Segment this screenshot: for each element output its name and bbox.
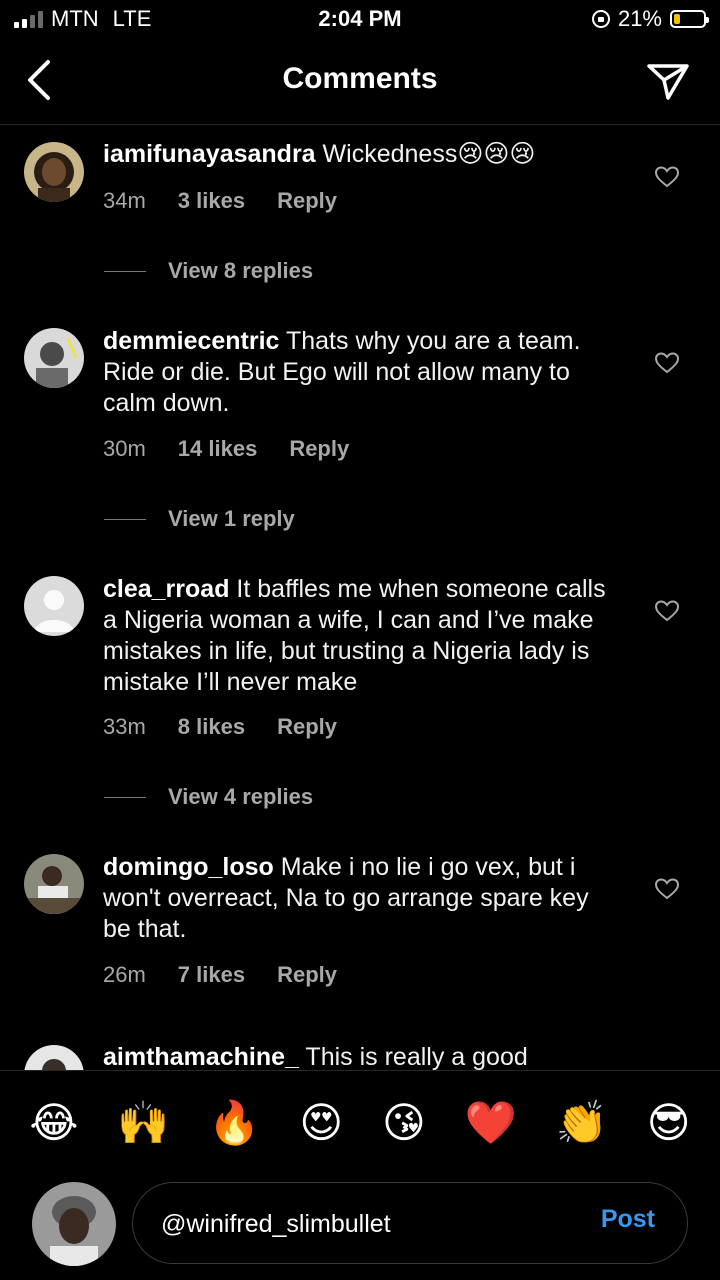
- heart-icon[interactable]: [654, 165, 680, 189]
- emoji-raised-hands[interactable]: 🙌: [117, 1101, 169, 1144]
- comment-username[interactable]: iamifunayasandra: [103, 140, 316, 168]
- reply-button[interactable]: Reply: [289, 436, 349, 462]
- likes-count[interactable]: 7 likes: [178, 962, 245, 988]
- comments-list: iamifunayasandra Wickedness😢😢😢 34m 3 lik…: [0, 125, 720, 1070]
- emoji-heart-eyes[interactable]: 😍: [299, 1101, 343, 1144]
- view-replies-button[interactable]: View 8 replies: [104, 258, 313, 284]
- comment-username[interactable]: clea_rroad: [103, 575, 229, 603]
- view-replies-label: View 8 replies: [168, 258, 314, 283]
- view-replies-label: View 4 replies: [168, 784, 314, 809]
- comment-input[interactable]: [159, 1203, 563, 1245]
- page-title: Comments: [282, 62, 438, 95]
- view-replies-button[interactable]: View 4 replies: [104, 784, 313, 810]
- emoji-kiss[interactable]: 😘: [382, 1101, 426, 1144]
- likes-count[interactable]: 8 likes: [178, 714, 245, 740]
- battery-icon: [670, 10, 709, 28]
- emoji-quick-bar: 😂 🙌 🔥 😍 😘 ❤️ 👏 😎: [0, 1070, 720, 1174]
- battery-percent: 21%: [617, 6, 662, 31]
- likes-count[interactable]: 14 likes: [178, 436, 258, 462]
- status-bar: MTN LTE 2:04 PM 21%: [0, 0, 720, 40]
- current-user-avatar: [32, 1182, 116, 1266]
- avatar[interactable]: [24, 576, 84, 636]
- battery-fill: [674, 14, 680, 24]
- emoji-sunglasses[interactable]: 😎: [647, 1101, 691, 1144]
- comment-username[interactable]: demmiecentric: [103, 327, 279, 355]
- comment-time: 34m: [103, 188, 146, 213]
- heart-icon[interactable]: [654, 599, 680, 623]
- emoji-tears-of-joy[interactable]: 😂: [29, 1101, 78, 1144]
- emoji-fire[interactable]: 🔥: [208, 1101, 260, 1144]
- comment-text: Wickedness😢😢😢: [322, 140, 536, 168]
- emoji-red-heart[interactable]: ❤️: [465, 1101, 517, 1144]
- comment-time: 30m: [103, 436, 146, 461]
- avatar[interactable]: [24, 1045, 84, 1070]
- send-icon[interactable]: [646, 58, 690, 102]
- post-button[interactable]: Post: [601, 1205, 655, 1234]
- heart-icon[interactable]: [654, 877, 680, 901]
- emoji-clap[interactable]: 👏: [556, 1101, 608, 1144]
- reply-button[interactable]: Reply: [277, 962, 337, 988]
- comment-text: This is really a good: [305, 1043, 528, 1070]
- view-replies-button[interactable]: View 1 reply: [104, 506, 295, 532]
- heart-icon[interactable]: [654, 351, 680, 375]
- reply-button[interactable]: Reply: [277, 714, 337, 740]
- comment-composer: Post: [0, 1180, 720, 1280]
- comment-username[interactable]: domingo_loso: [103, 853, 274, 881]
- comment-time: 33m: [103, 714, 146, 739]
- comment-field: Post: [132, 1182, 688, 1264]
- avatar[interactable]: [24, 328, 84, 388]
- comment-time: 26m: [103, 962, 146, 987]
- comments-header: Comments: [0, 40, 720, 125]
- avatar[interactable]: [24, 142, 84, 202]
- likes-count[interactable]: 3 likes: [178, 188, 245, 214]
- comment-username[interactable]: aimthamachine_: [103, 1043, 299, 1070]
- view-replies-label: View 1 reply: [168, 506, 295, 531]
- rotation-lock-icon: [591, 10, 610, 28]
- reply-button[interactable]: Reply: [277, 188, 337, 214]
- avatar[interactable]: [24, 854, 84, 914]
